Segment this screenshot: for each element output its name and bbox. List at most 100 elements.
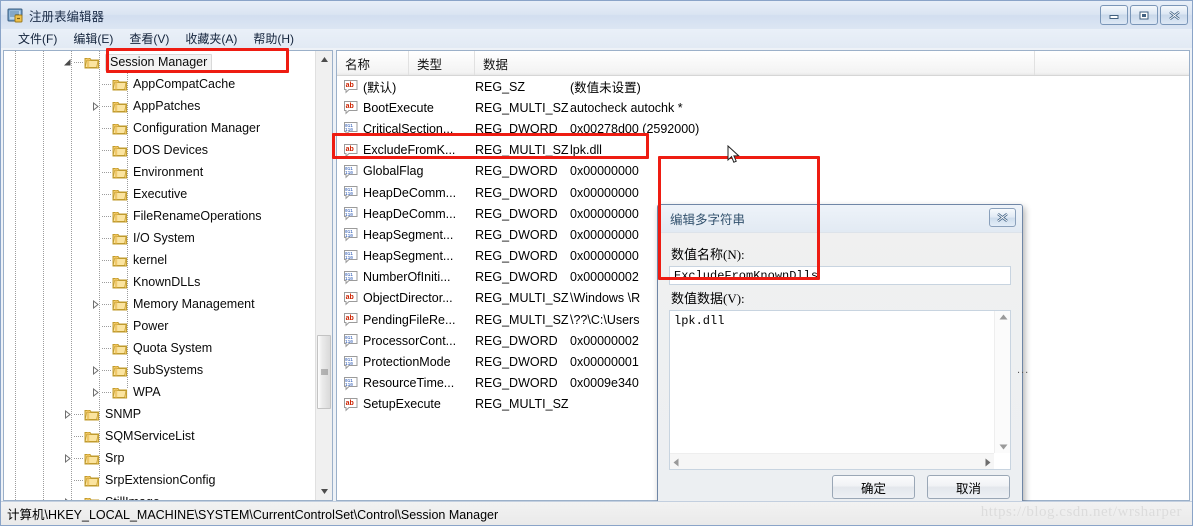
binary-value-icon: 011 110 [343,206,359,221]
textarea-vertical-scrollbar[interactable] [994,311,1010,453]
tree-item-label: SNMP [105,406,142,421]
menu-file[interactable]: 文件(F) [10,29,65,49]
chevron-right-icon[interactable] [60,491,74,500]
column-header-name[interactable]: 名称 [337,51,409,75]
dialog-title: 编辑多字符串 [670,213,746,227]
ok-button[interactable]: 确定 [832,475,915,499]
value-name-cell: 011 110 GlobalFlag [337,164,475,179]
tree-connector [74,413,83,415]
folder-icon [112,165,128,180]
textarea-scroll-left-icon[interactable] [673,458,679,467]
value-name-cell: 011 110 ProcessorCont... [337,333,475,348]
tree-item-label: SubSystems [133,362,204,377]
chevron-right-icon[interactable] [88,359,102,381]
value-name-text: HeapSegment... [363,249,454,264]
tree-item-power[interactable]: Power [4,315,315,337]
tree-item-executive[interactable]: Executive [4,183,315,205]
tree-item-subsystems[interactable]: SubSystems [4,359,315,381]
tree-item-wpa[interactable]: WPA [4,381,315,403]
chevron-right-icon[interactable] [60,403,74,425]
maximize-button[interactable] [1130,5,1158,25]
close-button[interactable] [1160,5,1188,25]
svg-text:110: 110 [345,362,353,367]
tree-vertical-scrollbar[interactable] [315,51,332,500]
value-data-textarea[interactable]: lpk.dll [669,310,1011,470]
tree-item-filerenameoperations[interactable]: FileRenameOperations [4,205,315,227]
string-value-icon: ab [343,143,359,158]
mouse-cursor [727,144,741,165]
table-row[interactable]: ab (默认) REG_SZ (数值未设置) [337,76,1189,97]
chevron-right-icon[interactable] [88,293,102,315]
tree-item-quota-system[interactable]: Quota System [4,337,315,359]
tree-connector [102,127,111,129]
binary-value-icon: 011 110 [343,227,359,242]
tree-item-knowndlls[interactable]: KnownDLLs [4,271,315,293]
cancel-button[interactable]: 取消 [927,475,1010,499]
tree-item-appcompatcache[interactable]: AppCompatCache [4,73,315,95]
value-name-text: ProtectionMode [363,355,451,370]
tree-scroll-thumb[interactable] [317,335,331,409]
textarea-scroll-right-icon[interactable] [985,458,991,467]
folder-icon [112,121,128,136]
tree-item-environment[interactable]: Environment [4,161,315,183]
menu-edit[interactable]: 编辑(E) [65,29,121,49]
tree-item-apppatches[interactable]: AppPatches [4,95,315,117]
value-name-text: ResourceTime... [363,376,455,391]
binary-value-icon: 011 110 [343,121,359,136]
column-header-type[interactable]: 类型 [409,51,475,75]
svg-text:ab: ab [346,146,354,153]
value-name-input[interactable]: ExcludeFromKnownDlls [669,266,1011,285]
menu-favorites[interactable]: 收藏夹(A) [177,29,245,49]
value-name-cell: 011 110 ProtectionMode [337,355,475,370]
svg-text:ab: ab [346,103,354,110]
value-type-cell: REG_MULTI_SZ [475,100,569,115]
tree-connector [102,303,111,305]
tree-item-srpextensionconfig[interactable]: SrpExtensionConfig [4,469,315,491]
tree-item-label: Session Manager [105,53,213,71]
tree-item-session-manager[interactable]: Session Manager [4,51,315,73]
tree-item-i-o-system[interactable]: I/O System [4,227,315,249]
chevron-right-icon[interactable] [88,95,102,117]
textarea-scroll-up-icon[interactable] [999,314,1008,320]
tree-item-srp[interactable]: Srp [4,447,315,469]
menu-help[interactable]: 帮助(H) [245,29,302,49]
list-column-headers: 名称 类型 数据 [337,51,1189,76]
tree-item-configuration-manager[interactable]: Configuration Manager [4,117,315,139]
table-row[interactable]: 011 110 GlobalFlag REG_DWORD 0x00000000 [337,161,1189,182]
dialog-close-button[interactable] [989,208,1016,227]
tree-connector [74,435,83,437]
chevron-down-icon[interactable] [60,51,74,73]
value-name-text: HeapSegment... [363,227,454,242]
menu-view[interactable]: 查看(V) [121,29,177,49]
textarea-scroll-down-icon[interactable] [999,444,1008,450]
table-row[interactable]: 011 110 CriticalSection... REG_DWORD 0x00278… [337,118,1189,139]
menu-bar: 文件(F) 编辑(E) 查看(V) 收藏夹(A) 帮助(H) [1,29,1192,48]
value-name-text: HeapDeComm... [363,185,457,200]
dialog-body: 数值名称(N): ExcludeFromKnownDlls 数值数据(V): l… [658,233,1022,470]
tree-item-memory-management[interactable]: Memory Management [4,293,315,315]
tree-item-stillimage[interactable]: StillImage [4,491,315,500]
table-row[interactable]: 011 110 HeapDeComm... REG_DWORD 0x00000000 [337,182,1189,203]
tree-scroll-up-button[interactable] [316,51,332,68]
tree-item-label: Memory Management [133,296,255,311]
table-row[interactable]: ab BootExecute REG_MULTI_SZ autocheck autoc… [337,97,1189,118]
folder-icon [84,451,100,466]
tree-item-snmp[interactable]: SNMP [4,403,315,425]
tree-connector [102,171,111,173]
tree-item-dos-devices[interactable]: DOS Devices [4,139,315,161]
table-row[interactable]: ab ExcludeFromK... REG_MULTI_SZ lpk.dll [337,140,1189,161]
tree-item-label: KnownDLLs [133,274,201,289]
folder-icon [112,385,128,400]
chevron-right-icon[interactable] [60,447,74,469]
folder-icon [112,297,128,312]
chevron-right-icon[interactable] [88,381,102,403]
column-header-data[interactable]: 数据 [475,51,1035,75]
minimize-button[interactable] [1100,5,1128,25]
svg-text:110: 110 [345,340,353,345]
tree-item-sqmservicelist[interactable]: SQMServiceList [4,425,315,447]
tree-item-kernel[interactable]: kernel [4,249,315,271]
column-header-filler [1035,51,1189,75]
textarea-horizontal-scrollbar[interactable] [670,453,994,469]
tree-scroll-down-button[interactable] [316,483,332,500]
registry-tree[interactable]: Session Manager AppCompatCache AppPatches C… [4,51,315,500]
